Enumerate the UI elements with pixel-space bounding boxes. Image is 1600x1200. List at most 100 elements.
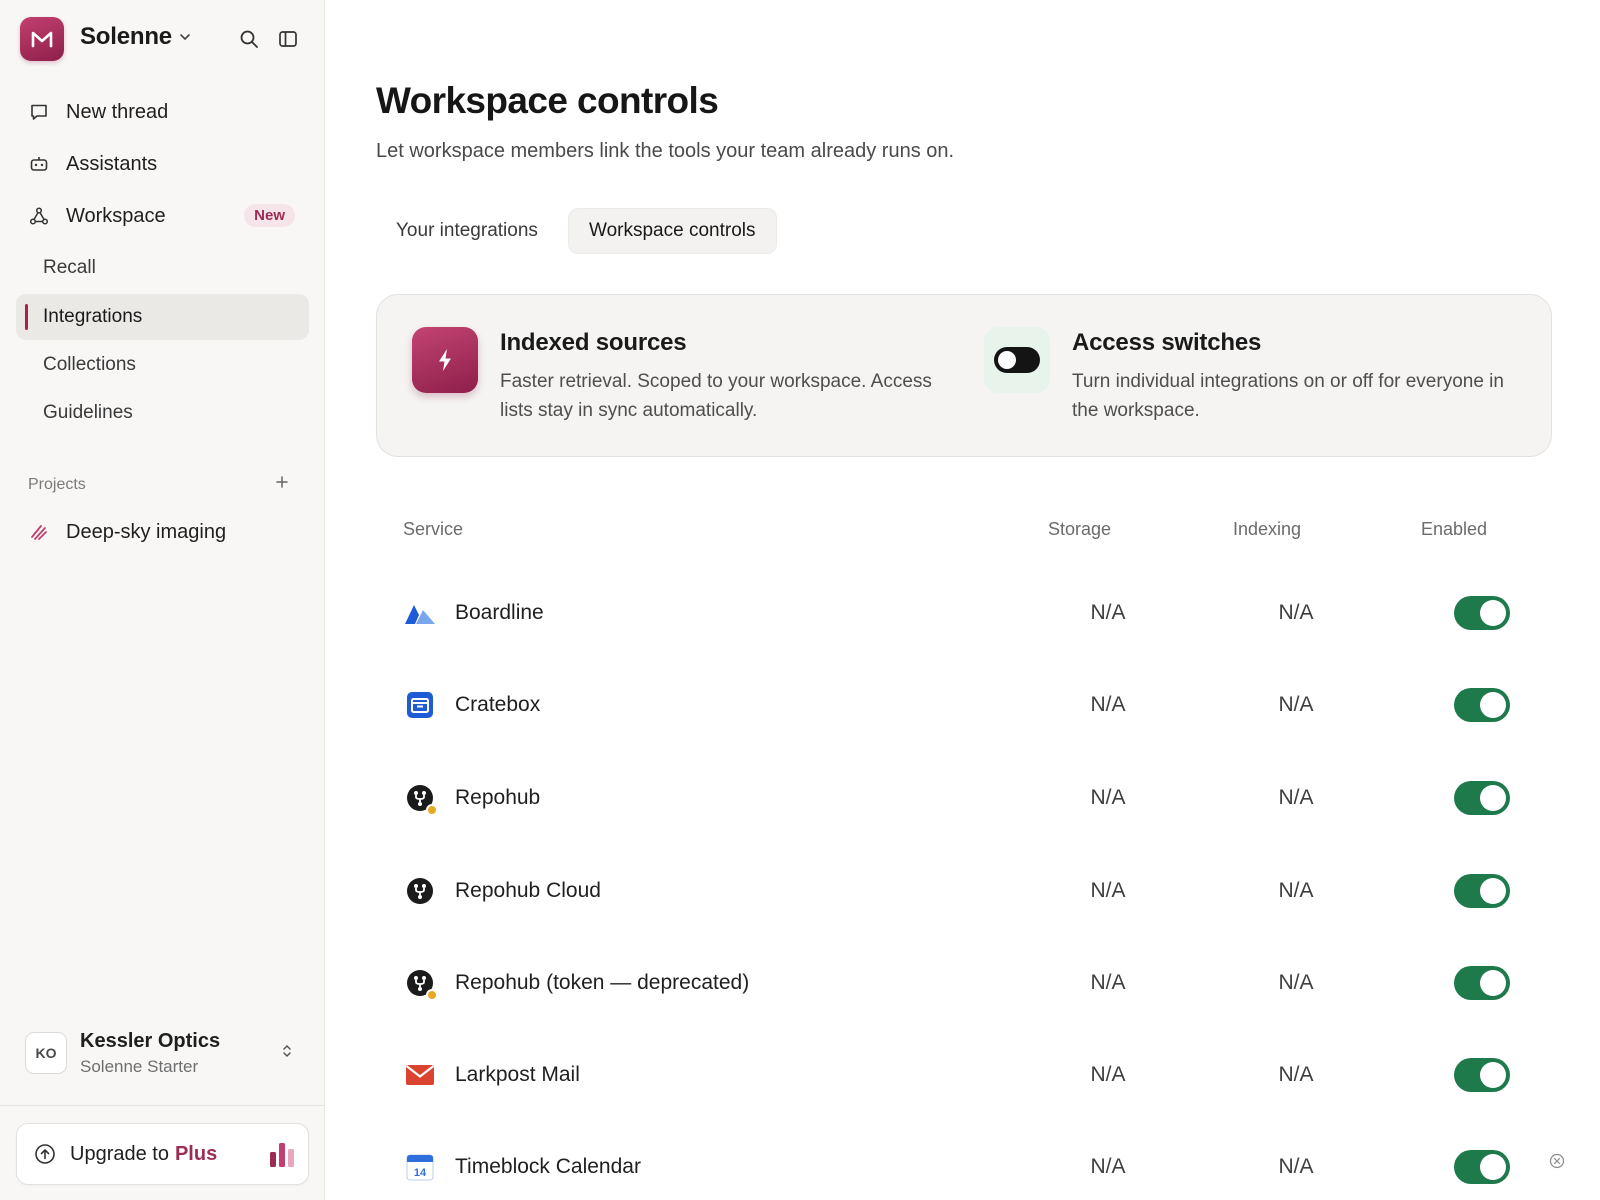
tab-your-integrations[interactable]: Your integrations — [376, 208, 558, 254]
service-name: Repohub (token — deprecated) — [455, 971, 750, 994]
sidebar-item-label: Guidelines — [43, 402, 133, 423]
table-row: 14 Timeblock Calendar N/A N/A — [376, 1121, 1552, 1200]
storage-value: N/A — [1090, 693, 1126, 716]
branch-logo-icon — [404, 875, 436, 907]
column-header-enabled: Enabled — [1421, 519, 1488, 539]
info-card: Indexed sources Faster retrieval. Scoped… — [376, 294, 1552, 457]
storage-value: N/A — [1090, 879, 1126, 902]
projects-section-label: Projects — [28, 476, 86, 493]
service-name: Timeblock Calendar — [455, 1155, 641, 1178]
warning-dot — [426, 804, 438, 816]
nav-label: Workspace — [66, 204, 166, 227]
sidebar-item-label: Recall — [43, 257, 96, 278]
storage-value: N/A — [1090, 601, 1126, 624]
indexing-value: N/A — [1278, 971, 1314, 994]
indexing-value: N/A — [1278, 693, 1314, 716]
arrow-up-circle-icon — [33, 1142, 57, 1166]
toggle-knob — [1480, 970, 1506, 996]
bar-chart-icon — [270, 1143, 294, 1167]
table-row: Repohub (token — deprecated) N/A N/A — [376, 937, 1552, 1029]
toggle-knob — [1480, 600, 1506, 626]
page-title: Workspace controls — [376, 80, 719, 121]
account-plan: Solenne Starter — [80, 1056, 199, 1076]
sidebar-item-integrations[interactable]: Integrations — [16, 294, 309, 340]
page-subtitle: Let workspace members link the tools you… — [376, 140, 955, 162]
table-row: Repohub N/A N/A — [376, 752, 1552, 844]
toggle-sidebar-button[interactable] — [277, 28, 299, 50]
column-header-service: Service — [403, 519, 464, 539]
brand-logo[interactable] — [20, 17, 64, 61]
indexing-value: N/A — [1278, 879, 1314, 902]
close-circle-icon[interactable] — [1549, 1153, 1565, 1169]
search-icon — [240, 30, 258, 48]
table-row: Repohub Cloud N/A N/A — [376, 845, 1552, 937]
sidebar-item-label: Integrations — [43, 306, 143, 327]
enabled-toggle[interactable] — [1454, 874, 1510, 908]
sidebar: Solenne New thread Assistants Workspace … — [0, 0, 325, 1200]
enabled-toggle[interactable] — [1454, 1150, 1510, 1184]
sidebar-item-recall[interactable]: Recall — [16, 245, 309, 291]
nav-label: New thread — [66, 100, 169, 123]
upgrade-label: Upgrade to Plus — [70, 1143, 217, 1166]
column-header-indexing: Indexing — [1233, 519, 1302, 539]
workspace-switcher[interactable]: Solenne — [80, 23, 192, 51]
toggle-knob — [1480, 1154, 1506, 1180]
tab-workspace-controls[interactable]: Workspace controls — [568, 208, 777, 254]
avatar: KO — [25, 1032, 67, 1074]
storage-value: N/A — [1090, 971, 1126, 994]
plus-icon — [276, 476, 288, 488]
enabled-toggle[interactable] — [1454, 688, 1510, 722]
box-logo-icon — [404, 689, 436, 721]
sidebar-panel-icon — [279, 31, 297, 47]
service-name: Larkpost Mail — [455, 1063, 580, 1086]
indexing-value: N/A — [1278, 786, 1314, 809]
service-name: Repohub Cloud — [455, 879, 601, 902]
new-badge: New — [244, 204, 295, 227]
column-header-storage: Storage — [1048, 519, 1112, 539]
table-row: Larkpost Mail N/A N/A — [376, 1029, 1552, 1121]
upgrade-button[interactable]: Upgrade to Plus — [16, 1123, 309, 1185]
branch-logo-icon — [404, 967, 438, 1001]
branch-logo-icon — [404, 782, 438, 816]
sidebar-item-label: Collections — [43, 354, 136, 375]
enabled-toggle[interactable] — [1454, 596, 1510, 630]
brand-name: Solenne — [80, 23, 172, 50]
table-row: Boardline N/A N/A — [376, 567, 1552, 659]
robot-icon — [28, 153, 50, 175]
storage-value: N/A — [1090, 786, 1126, 809]
service-name: Boardline — [455, 601, 544, 624]
sidebar-divider — [0, 1105, 325, 1106]
chevron-down-icon — [180, 34, 190, 41]
nav-label: Assistants — [66, 152, 158, 175]
nav-new-thread[interactable]: New thread — [16, 90, 309, 134]
add-project-button[interactable] — [272, 472, 292, 492]
envelope-logo-icon — [404, 1059, 436, 1091]
nodes-icon — [28, 205, 50, 227]
project-item-deep-sky-imaging[interactable]: Deep-sky imaging — [16, 510, 309, 554]
main-content: Workspace controls Let workspace members… — [326, 0, 1600, 1200]
sidebar-item-collections[interactable]: Collections — [16, 342, 309, 388]
toggle-knob — [1480, 1062, 1506, 1088]
calendar-logo-icon: 14 — [404, 1151, 436, 1183]
mountain-logo-icon — [404, 597, 436, 629]
upgrade-prefix: Upgrade to — [70, 1142, 169, 1165]
enabled-toggle[interactable] — [1454, 781, 1510, 815]
storage-value: N/A — [1090, 1155, 1126, 1178]
chat-bubble-icon — [28, 101, 50, 123]
warning-dot — [426, 989, 438, 1001]
account-switcher[interactable]: KO Kessler Optics Solenne Starter — [16, 1022, 309, 1084]
indexing-value: N/A — [1278, 1155, 1314, 1178]
search-button[interactable] — [238, 28, 260, 50]
service-name: Cratebox — [455, 693, 541, 716]
account-name: Kessler Optics — [80, 1029, 221, 1052]
sidebar-item-guidelines[interactable]: Guidelines — [16, 390, 309, 436]
info-desc: Turn individual integrations on or off f… — [1072, 371, 1504, 421]
upgrade-plan: Plus — [174, 1142, 218, 1165]
pencil-strokes-icon — [28, 521, 50, 543]
lightning-icon — [412, 327, 478, 393]
enabled-toggle[interactable] — [1454, 1058, 1510, 1092]
info-title: Indexed sources — [500, 329, 687, 356]
enabled-toggle[interactable] — [1454, 966, 1510, 1000]
nav-assistants[interactable]: Assistants — [16, 142, 309, 186]
nav-workspace[interactable]: Workspace New — [16, 194, 309, 238]
